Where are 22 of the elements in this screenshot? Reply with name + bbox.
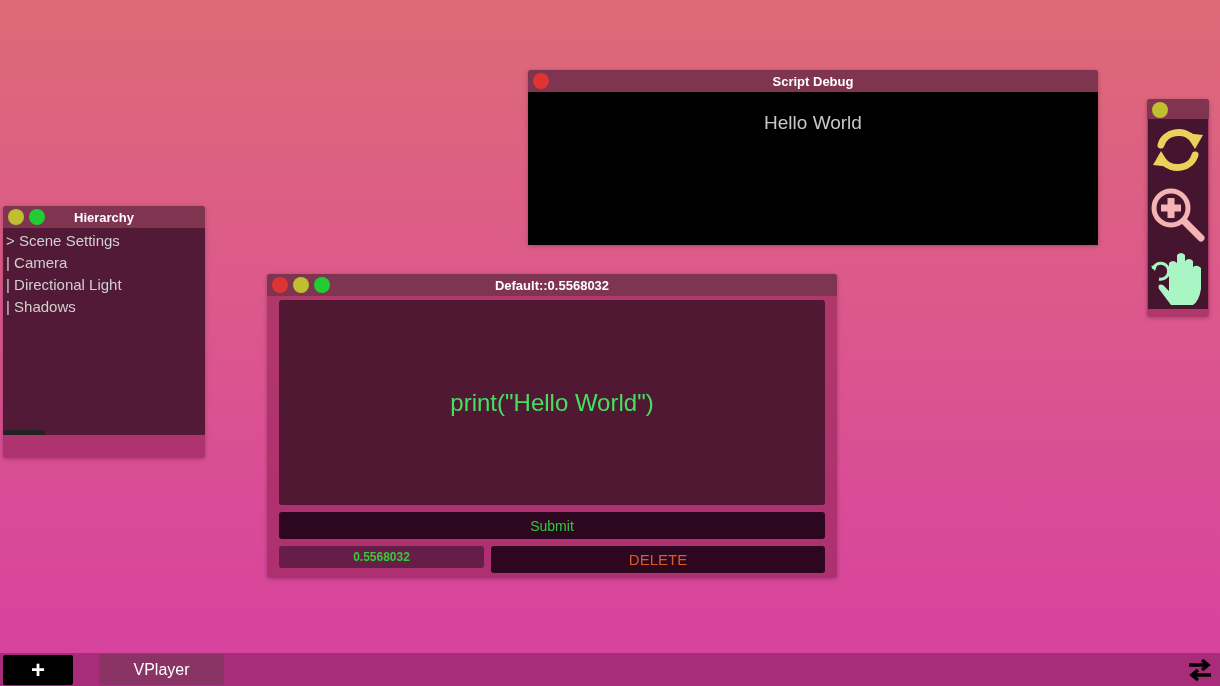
- scrollbar[interactable]: [3, 430, 45, 435]
- minimize-button[interactable]: [293, 277, 309, 293]
- window-title: Script Debug: [772, 73, 854, 89]
- swap-icon[interactable]: [1187, 657, 1213, 682]
- code-text: print("Hello World"): [450, 388, 654, 417]
- window-title: Default::0.5568032: [494, 277, 610, 293]
- delete-button[interactable]: DELETE: [491, 546, 825, 573]
- code-area[interactable]: print("Hello World"): [279, 300, 825, 505]
- hierarchy-item[interactable]: | Shadows: [6, 296, 76, 318]
- add-button[interactable]: +: [3, 654, 73, 685]
- taskbar-tab[interactable]: VPlayer: [99, 654, 224, 685]
- maximize-button[interactable]: [29, 209, 45, 225]
- maximize-button[interactable]: [314, 277, 330, 293]
- hierarchy-item[interactable]: > Scene Settings: [6, 230, 120, 252]
- submit-button[interactable]: Submit: [279, 512, 825, 539]
- minimize-button[interactable]: [1152, 102, 1168, 118]
- window-title: Hierarchy: [74, 209, 134, 225]
- hierarchy-item[interactable]: | Camera: [6, 252, 68, 274]
- value-field[interactable]: 0.5568032: [279, 546, 484, 568]
- minimize-button[interactable]: [8, 209, 24, 225]
- console-output: Hello World: [764, 112, 862, 134]
- hierarchy-item[interactable]: | Directional Light: [6, 274, 122, 296]
